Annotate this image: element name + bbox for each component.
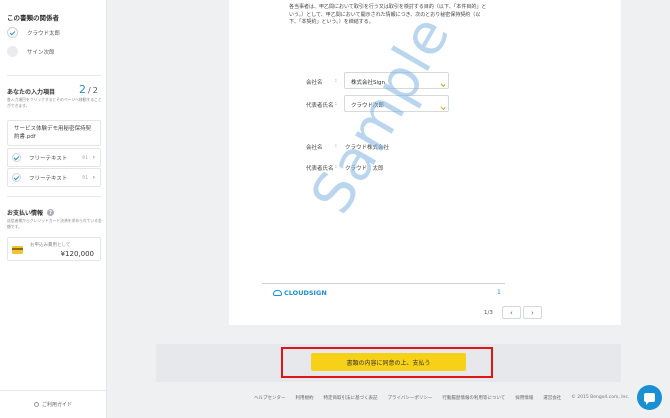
field-page: P.1: [82, 155, 88, 160]
field-page: P.1: [82, 175, 88, 180]
inputs-total: 2: [92, 86, 98, 95]
footer-link[interactable]: 採用情報: [515, 395, 533, 401]
help-icon: [33, 402, 39, 407]
check-circle-icon: [12, 173, 21, 182]
copyright: © 2015 Bengo4.com, Inc.: [571, 395, 630, 400]
input-field-item[interactable]: フリーテキスト P.1 ›: [7, 168, 101, 187]
payment-description: 送信者様からクレジットカード決済を求められている金額です。: [7, 218, 102, 229]
prev-page-button[interactable]: ‹: [501, 306, 521, 319]
rep-label: 代表者氏名: [306, 166, 334, 172]
footer-link[interactable]: 運営会社: [543, 395, 561, 401]
rep-value: クラウド 太郎: [345, 166, 384, 172]
field-label: フリーテキスト: [29, 175, 68, 182]
cloud-icon: [273, 290, 282, 296]
page-number: 1: [497, 289, 501, 296]
party-item[interactable]: サイン次郎: [7, 46, 55, 57]
help-guide-link[interactable]: ご利用ガイド: [0, 390, 106, 418]
document-paragraph: 各当事者は、甲乙間において取引を行う又は取引を検討する目的（以下、「本件目的」と…: [289, 4, 487, 25]
colon: :: [335, 143, 337, 149]
field-label: フリーテキスト: [29, 155, 68, 162]
footer-link[interactable]: プライバシーポリシー: [388, 395, 433, 401]
payment-label: お申込み費用として: [30, 243, 71, 248]
logo-text: CLOUDSIGN: [284, 289, 327, 297]
chevron-right-icon: ›: [92, 174, 95, 181]
footer-link[interactable]: 行動履歴情報の利用等について: [442, 395, 505, 401]
next-page-button[interactable]: ›: [522, 306, 542, 319]
divider: [7, 75, 101, 76]
inputs-description: 各入力項目をクリックするとそのページへ移動することができます。: [7, 97, 102, 108]
company-input[interactable]: 株式会社Sign: [344, 72, 449, 89]
payment-amount: ¥120,000: [60, 250, 94, 258]
document-page: 各当事者は、甲乙間において取引を行う又は取引を検討する目的（以下、「本件目的」と…: [229, 0, 621, 325]
party-name: クラウド太郎: [27, 30, 61, 37]
document-divider: [262, 283, 505, 284]
chat-support-button[interactable]: [637, 385, 662, 410]
footer-link[interactable]: 利用規約: [296, 395, 314, 401]
colon: :: [335, 164, 337, 170]
check-circle-icon: [7, 27, 18, 38]
agree-and-pay-button[interactable]: 書類の内容に同意の上、支払う: [311, 353, 466, 371]
divider: [7, 196, 101, 197]
inputs-title: あなたの入力項目: [7, 89, 56, 96]
rep-label: 代表者氏名: [306, 103, 334, 109]
payment-title: お支払い情報?: [7, 208, 55, 217]
check-circle-icon: [12, 153, 21, 162]
payment-box: お申込み費用として ¥120,000: [7, 237, 101, 261]
empty-circle-icon: [7, 46, 18, 57]
resize-corner-icon: [440, 82, 446, 87]
inputs-done: 2: [79, 83, 86, 96]
sidebar: この書類の関係者 クラウド太郎 サイン次郎 あなたの入力項目 2/2 各入力項目…: [0, 0, 107, 418]
parties-title: この書類の関係者: [7, 14, 59, 22]
footer-link[interactable]: 特定商取引法に基づく表記: [324, 395, 378, 401]
colon: :: [335, 101, 337, 107]
pager: 1/3 ‹ ›: [484, 306, 542, 319]
help-question-icon[interactable]: ?: [47, 209, 55, 216]
rep-input-value: クラウド次郎: [351, 103, 385, 109]
resize-corner-icon: [440, 105, 446, 110]
cloudsign-logo: CLOUDSIGN: [273, 289, 327, 297]
company-input-value: 株式会社Sign: [351, 80, 385, 86]
document-name[interactable]: サービス体験デモ用秘密保持契約書.pdf: [7, 120, 101, 146]
input-field-item[interactable]: フリーテキスト P.1 ›: [7, 148, 101, 167]
chat-bubble-icon: [644, 393, 655, 405]
rep-input[interactable]: クラウド次郎: [344, 95, 449, 112]
sample-watermark: Sample: [299, 4, 464, 225]
page-count: 1/3: [484, 309, 493, 316]
company-label: 会社名: [306, 145, 323, 151]
company-value: クラウド株式会社: [345, 145, 390, 151]
payment-title-text: お支払い情報: [7, 210, 44, 217]
company-label: 会社名: [306, 80, 323, 86]
chevron-right-icon: ›: [92, 154, 95, 161]
party-name: サイン次郎: [27, 49, 55, 56]
party-item[interactable]: クラウド太郎: [7, 27, 60, 38]
credit-card-icon: [12, 246, 23, 254]
inputs-counter: 2/2: [79, 83, 98, 96]
footer-link[interactable]: ヘルプセンター: [254, 395, 286, 401]
help-guide-label: ご利用ガイド: [41, 402, 72, 408]
colon: :: [335, 78, 337, 84]
footer-links: ヘルプセンター 利用規約 特定商取引法に基づく表記 プライバシーポリシー 行動履…: [254, 395, 629, 401]
